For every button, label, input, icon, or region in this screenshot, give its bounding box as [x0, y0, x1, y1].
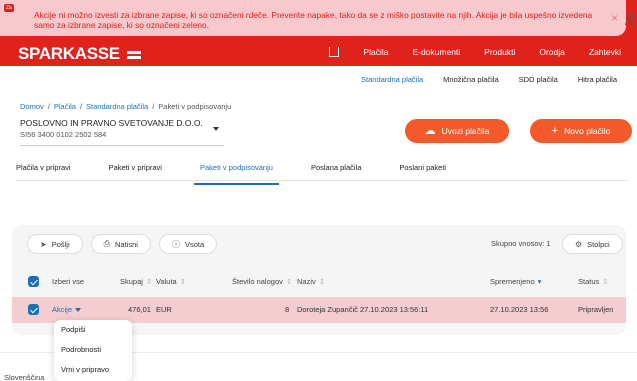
print-button[interactable]: ⎙ Natisni: [90, 234, 151, 254]
row-actions-menu[interactable]: Akcije: [52, 305, 82, 314]
printer-icon: ⎙: [103, 239, 111, 248]
breadcrumb-standardna-placila[interactable]: Standardna plačila: [86, 102, 148, 111]
breadcrumb-separator: /: [152, 102, 155, 111]
subnav-sdd-placila[interactable]: SDD plačila: [509, 71, 568, 88]
row-modified: 27.10.2023 13:56: [490, 305, 549, 314]
info-icon: ⓘ: [171, 239, 180, 249]
main-navigation: Plačila E-dokumenti Produkti Orodja Zaht…: [317, 47, 633, 59]
breadcrumb: Domov / Plačila / Standardna plačila / P…: [20, 102, 231, 111]
gear-icon: ⚙: [575, 239, 583, 249]
home-nav-item[interactable]: [317, 47, 351, 59]
row-status: Pripravljen: [578, 305, 614, 314]
send-label: Pošlji: [51, 239, 70, 249]
tab-placila-v-pripravi[interactable]: Plačila v pripravi: [16, 159, 71, 180]
total-entries: Skupno vnosov: 1: [491, 239, 551, 248]
breadcrumb-separator: /: [79, 102, 83, 111]
dropdown-item-podrobnosti[interactable]: Podrobnosti: [54, 340, 132, 360]
nav-item-e-dokumenti[interactable]: E-dokumenti: [400, 47, 472, 59]
nav-item-placila[interactable]: Plačila: [351, 47, 400, 59]
row-order-count: 8: [285, 305, 290, 314]
row-checkbox[interactable]: [28, 304, 39, 315]
header-select-all: Izberi vse: [52, 277, 85, 286]
sparkasse-logo[interactable]: SPARKASSE: [18, 44, 142, 64]
row-amount: 476,01: [128, 305, 151, 314]
toast-message: Akcije ni možno izvesti za izbrane zapis…: [34, 10, 593, 30]
sum-label: Vsota: [184, 239, 205, 249]
chevron-down-icon: [75, 308, 82, 313]
sort-icon: ⇕: [179, 277, 187, 286]
breadcrumb-placila[interactable]: Plačila: [54, 102, 76, 111]
plus-icon: +: [551, 124, 559, 137]
header-status[interactable]: Status ⇕: [578, 277, 609, 286]
header-spremenjeno[interactable]: Spremenjeno ▾: [490, 277, 541, 286]
dropdown-item-vrni-v-pripravo[interactable]: Vrni v pripravo: [54, 360, 132, 380]
subnav-hitra-placila[interactable]: Hitra plačila: [568, 71, 627, 88]
breadcrumb-domov[interactable]: Domov: [20, 102, 44, 111]
columns-label: Stolpci: [587, 239, 610, 249]
subnav-mnozicna-placila[interactable]: Množična plačila: [433, 71, 508, 88]
columns-button[interactable]: ⚙ Stolpci: [562, 234, 623, 254]
breadcrumb-separator: /: [47, 102, 50, 111]
toast-close-button[interactable]: ×: [611, 11, 618, 25]
nav-item-orodja[interactable]: Orodja: [527, 47, 577, 59]
row-name: Doroteja Zupančič 27.10.2023 13:56:11: [297, 305, 429, 314]
nav-item-produkti[interactable]: Produkti: [472, 47, 527, 59]
header-naziv[interactable]: Naziv ⇕: [297, 277, 325, 286]
new-payment-button[interactable]: + Novo plačilo: [530, 119, 632, 143]
sum-button[interactable]: ⓘ Vsota: [158, 234, 218, 254]
tab-poslana-placila[interactable]: Poslana plačila: [311, 159, 361, 180]
row-currency: EUR: [156, 305, 172, 314]
table-header: Izberi vse Skupaj ⇕ Valuta ⇕ Število nalog…: [12, 270, 626, 292]
actions-dropdown: Podpiši Podrobnosti Vrni v pripravo: [54, 320, 132, 381]
breadcrumb-current: Paketi v podpisovanju: [158, 102, 232, 111]
payment-tabs: Plačila v pripravi Paketi v pripravi Pak…: [16, 159, 628, 185]
error-toast: Za Akcije ni možno izvesti za izbrane za…: [0, 0, 626, 36]
language-selector[interactable]: Slovenščina: [4, 373, 44, 381]
upload-payments-button[interactable]: ☁ Uvozi plačila: [405, 119, 509, 143]
select-all-checkbox[interactable]: [28, 276, 39, 287]
sort-icon: ⇕: [285, 277, 293, 286]
upload-payments-label: Uvozi plačila: [441, 126, 490, 136]
new-payment-label: Novo plačilo: [564, 126, 611, 136]
table-toolbar: ➤ Pošlji ⎙ Natisni ⓘ Vsota: [27, 234, 218, 254]
payments-subnav: Standardna plačila Množična plačila SDD …: [351, 71, 627, 88]
chevron-down-icon: [213, 127, 219, 131]
nav-item-zahtevki[interactable]: Zahtevki: [577, 47, 633, 59]
header-stevilo-nalogov[interactable]: Število nalogov ⇕: [232, 277, 292, 286]
send-button[interactable]: ➤ Pošlji: [27, 234, 83, 254]
account-name: POSLOVNO IN PRAVNO SVETOVANJE D.O.O.: [20, 118, 203, 128]
tab-poslani-paketi[interactable]: Poslani paketi: [399, 159, 446, 180]
sort-icon: ⇕: [145, 277, 153, 286]
logo-mark-icon: [127, 49, 142, 61]
sort-icon: ⇕: [318, 277, 326, 286]
sort-icon: ⇕: [602, 277, 609, 286]
toast-tag: Za: [4, 4, 14, 12]
sort-desc-icon: ▾: [537, 277, 542, 286]
cloud-upload-icon: ☁: [424, 124, 436, 137]
tab-paketi-v-pripravi[interactable]: Paketi v pripravi: [109, 159, 162, 180]
print-label: Natisni: [115, 239, 138, 249]
header-valuta[interactable]: Valuta ⇕: [156, 277, 186, 286]
home-icon: [329, 47, 340, 57]
account-select[interactable]: POSLOVNO IN PRAVNO SVETOVANJE D.O.O. SI5…: [20, 118, 224, 146]
send-icon: ➤: [40, 239, 47, 249]
subnav-standardna-placila[interactable]: Standardna plačila: [351, 71, 433, 88]
account-iban: SI56 3400 0102 2502 584: [20, 130, 107, 139]
dropdown-item-podpisi[interactable]: Podpiši: [54, 320, 132, 340]
user-icon[interactable]: [625, 13, 635, 29]
header-skupaj[interactable]: Skupaj ⇕: [120, 277, 152, 286]
tab-paketi-v-podpisovanju[interactable]: Paketi v podpisovanju: [193, 159, 279, 185]
